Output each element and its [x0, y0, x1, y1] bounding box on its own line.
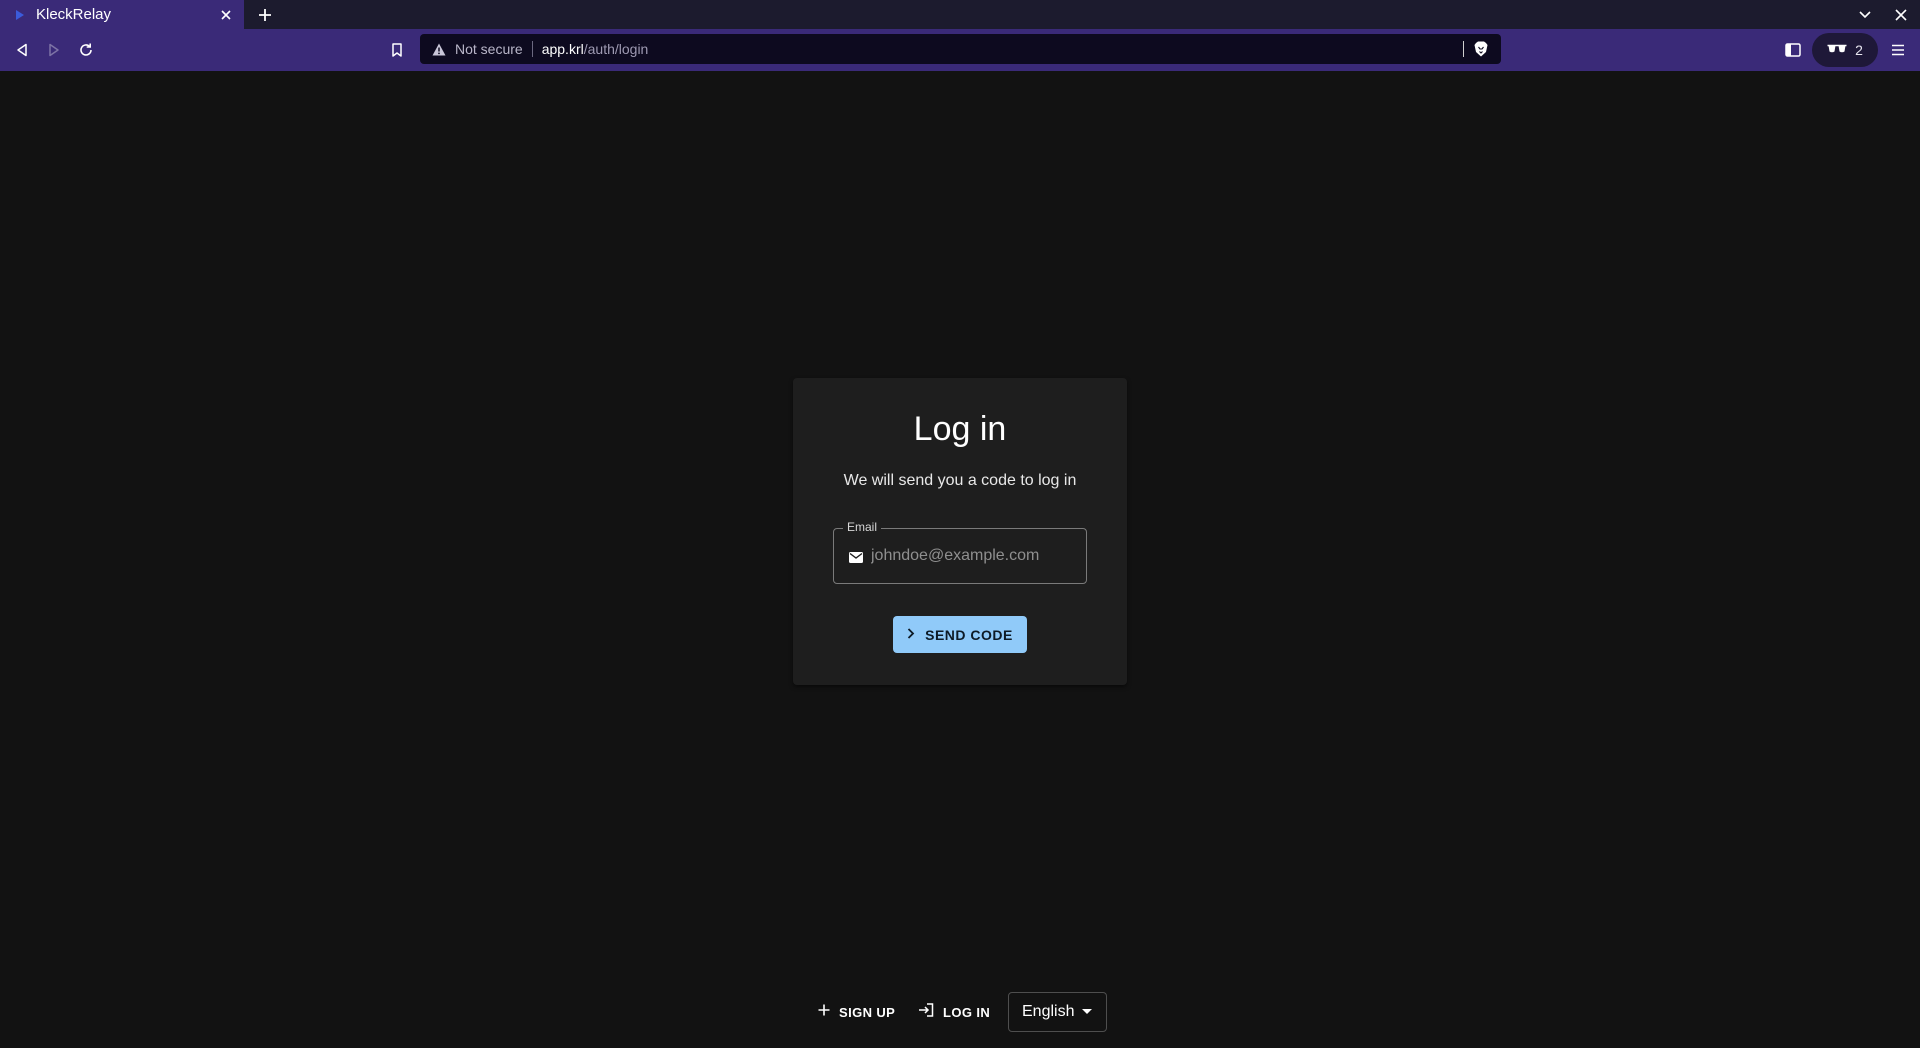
log-in-link[interactable]: LOG IN — [918, 1000, 990, 1024]
email-input[interactable] — [871, 543, 1077, 569]
window-close-icon[interactable] — [1890, 4, 1912, 26]
new-tab-plus-icon[interactable] — [254, 4, 276, 26]
sunglasses-icon — [1827, 41, 1847, 59]
extension-badge-count: 2 — [1855, 42, 1863, 58]
chevron-right-icon — [907, 626, 915, 644]
login-card: Log in We will send you a code to log in… — [793, 378, 1127, 685]
email-field[interactable]: Email — [833, 520, 1087, 584]
send-code-label: SEND CODE — [925, 626, 1013, 643]
sidebar-toggle-icon[interactable] — [1782, 39, 1804, 61]
address-bar[interactable]: Not secure app.krl /auth/login — [420, 34, 1501, 64]
address-bar-divider — [531, 41, 533, 57]
language-selected-value: English — [1022, 1003, 1075, 1020]
extension-wallet-button[interactable]: 2 — [1812, 33, 1878, 67]
page-title: Log in — [913, 410, 1007, 448]
sign-up-label: SIGN UP — [839, 1004, 896, 1020]
forward-arrow-icon[interactable] — [43, 39, 65, 61]
brave-shields-lion-icon[interactable] — [1472, 40, 1490, 58]
address-bar-divider-right — [1463, 41, 1464, 57]
tab-title: KleckRelay — [36, 6, 112, 23]
caret-down-icon — [1082, 1009, 1092, 1014]
reload-icon[interactable] — [75, 39, 97, 61]
log-in-label: LOG IN — [943, 1004, 991, 1020]
email-field-label: Email — [843, 520, 882, 534]
bookmark-icon[interactable] — [386, 39, 408, 61]
envelope-icon — [848, 549, 864, 565]
tab-close-icon[interactable] — [216, 5, 236, 25]
send-code-button[interactable]: SEND CODE — [893, 616, 1027, 653]
url-path: /auth/login — [583, 41, 649, 57]
login-arrow-icon — [918, 1002, 934, 1022]
browser-tab-active[interactable]: KleckRelay — [0, 0, 244, 29]
plus-icon — [818, 1003, 830, 1021]
login-subtitle: We will send you a code to log in — [843, 472, 1077, 489]
browser-tab-strip: KleckRelay — [0, 0, 1920, 29]
not-secure-label[interactable]: Not secure — [455, 41, 523, 57]
url-host: app.krl — [541, 41, 584, 57]
tab-list-chevron-down-icon[interactable] — [1854, 4, 1876, 26]
language-select[interactable]: English — [1008, 992, 1107, 1032]
sign-up-link[interactable]: SIGN UP — [818, 1000, 895, 1024]
warning-triangle-icon[interactable] — [431, 41, 447, 57]
kleckrelay-favicon-icon — [12, 7, 28, 23]
back-arrow-icon[interactable] — [11, 39, 33, 61]
browser-menu-hamburger-icon[interactable] — [1887, 39, 1909, 61]
browser-toolbar: Not secure app.krl /auth/login 2 — [0, 29, 1920, 71]
